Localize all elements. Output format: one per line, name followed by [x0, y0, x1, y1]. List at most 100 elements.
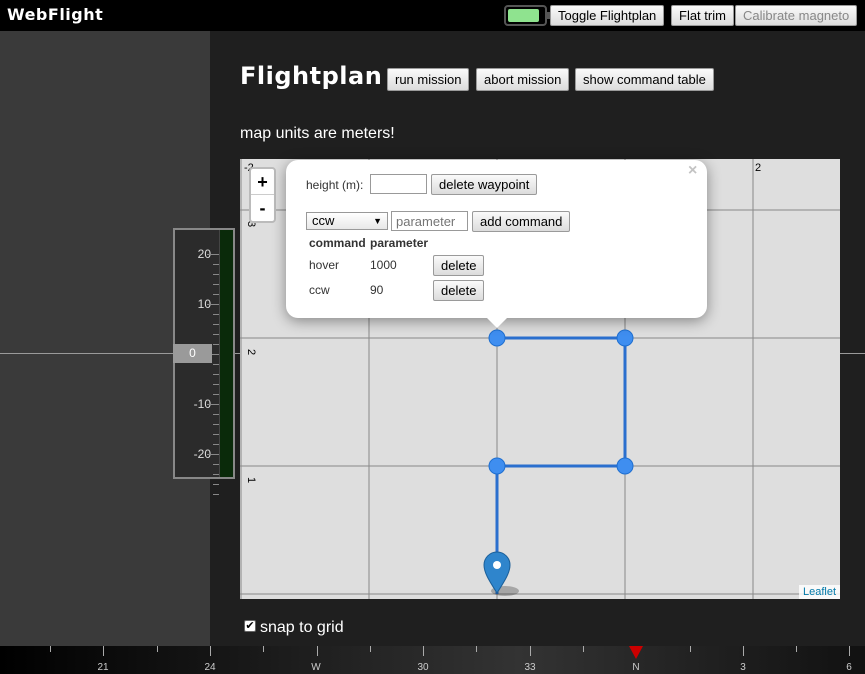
parameter-cell: 90	[370, 283, 384, 297]
parameter-input[interactable]	[391, 211, 468, 231]
altitude-tick	[213, 494, 219, 495]
height-label: height (m):	[306, 178, 364, 192]
check-icon: ✔	[245, 620, 255, 632]
altitude-tick	[207, 404, 219, 405]
command-cell: hover	[309, 258, 340, 272]
show-command-table-button[interactable]: show command table	[575, 68, 714, 91]
compass-tick	[849, 646, 850, 656]
zoom-in-button[interactable]: +	[251, 169, 274, 195]
compass-tick	[103, 646, 104, 656]
compass-label: 21	[97, 662, 109, 673]
zoom-control: + -	[249, 167, 276, 223]
waypoint-handle[interactable]	[488, 329, 506, 347]
map-units-note: map units are meters!	[240, 125, 395, 142]
compass-tick	[157, 646, 158, 652]
delete-command-button[interactable]: delete	[433, 255, 485, 276]
waypoint-handle[interactable]	[616, 329, 634, 347]
altitude-tick	[213, 284, 219, 285]
waypoint-handle[interactable]	[616, 457, 634, 475]
altitude-tick	[213, 464, 219, 465]
grid-label: 1	[245, 476, 258, 484]
marker-dot	[493, 561, 501, 569]
flat-trim-button[interactable]: Flat trim	[671, 5, 734, 26]
map-marker-icon[interactable]	[483, 551, 519, 596]
command-cell: ccw	[309, 283, 330, 297]
snap-to-grid-checkbox[interactable]: ✔	[244, 620, 256, 632]
compass-tick	[423, 646, 424, 656]
compass-tick	[476, 646, 477, 652]
compass-strip: 21 24 W 30 33 N 3 6	[0, 646, 865, 674]
altitude-tick	[213, 414, 219, 415]
compass-label: 6	[846, 662, 852, 673]
flight-route	[495, 336, 627, 594]
compass-tick	[370, 646, 371, 652]
altitude-tick	[213, 334, 219, 335]
altitude-bar	[219, 230, 233, 477]
altitude-tick	[213, 474, 219, 475]
route-layer	[495, 336, 627, 594]
altitude-tick	[213, 444, 219, 445]
waypoint-handle[interactable]	[488, 457, 506, 475]
altitude-tick	[207, 454, 219, 455]
command-select[interactable]: ccw ▼	[306, 212, 388, 230]
altitude-tick	[213, 374, 219, 375]
app-brand: WebFlight	[7, 5, 104, 24]
altitude-tick	[207, 304, 219, 305]
battery-fill	[508, 9, 539, 22]
command-select-value: ccw	[312, 213, 335, 228]
add-command-button[interactable]: add command	[472, 211, 571, 232]
grid-label: 2	[755, 162, 762, 174]
altitude-tick	[213, 274, 219, 275]
grid-label: 2	[245, 348, 258, 356]
height-input[interactable]	[370, 174, 427, 194]
compass-label: 3	[740, 662, 746, 673]
delete-waypoint-button[interactable]: delete waypoint	[431, 174, 538, 195]
altitude-tick	[213, 294, 219, 295]
compass-label: N	[632, 662, 640, 673]
altitude-tick	[213, 424, 219, 425]
page-title: Flightplan	[240, 62, 383, 90]
altitude-tick	[213, 434, 219, 435]
altitude-tick	[213, 344, 219, 345]
compass-label: W	[311, 662, 321, 673]
compass-tick	[317, 646, 318, 656]
altitude-tick	[213, 484, 219, 485]
command-column-header: command	[309, 236, 366, 250]
snap-to-grid-label: snap to grid	[260, 619, 344, 636]
altitude-tick	[213, 364, 219, 365]
altitude-tick	[207, 254, 219, 255]
altitude-tick	[213, 384, 219, 385]
compass-tick	[210, 646, 211, 656]
zoom-out-button[interactable]: -	[251, 195, 274, 221]
compass-label: 30	[417, 662, 429, 673]
compass-label: 24	[204, 662, 216, 673]
compass-label: 33	[524, 662, 536, 673]
delete-command-button[interactable]: delete	[433, 280, 485, 301]
abort-mission-button[interactable]: abort mission	[476, 68, 570, 91]
heading-marker-icon	[629, 646, 643, 659]
top-bar: WebFlight Toggle Flightplan Flat trim Ca…	[0, 0, 865, 31]
compass-tick	[583, 646, 584, 652]
compass-tick	[530, 646, 531, 656]
popup-close-icon[interactable]: ×	[688, 162, 697, 180]
chevron-down-icon: ▼	[373, 216, 382, 226]
calibrate-magneto-button[interactable]: Calibrate magneto	[735, 5, 858, 26]
compass-tick	[50, 646, 51, 652]
compass-tick	[263, 646, 264, 652]
battery-indicator	[504, 5, 550, 26]
run-mission-button[interactable]: run mission	[387, 68, 470, 91]
parameter-column-header: parameter	[370, 236, 429, 250]
compass-tick	[743, 646, 744, 656]
compass-tick	[796, 646, 797, 652]
compass-tick	[690, 646, 691, 652]
altitude-tick	[213, 264, 219, 265]
altitude-tick	[213, 324, 219, 325]
map-attribution-link[interactable]: Leaflet	[798, 585, 840, 599]
altitude-readout: 0	[173, 344, 212, 363]
altitude-tick	[213, 314, 219, 315]
altitude-tick	[213, 394, 219, 395]
parameter-cell: 1000	[370, 258, 397, 272]
toggle-flightplan-button[interactable]: Toggle Flightplan	[550, 5, 665, 26]
popup-tip	[485, 316, 509, 328]
waypoints-layer[interactable]	[488, 329, 634, 475]
